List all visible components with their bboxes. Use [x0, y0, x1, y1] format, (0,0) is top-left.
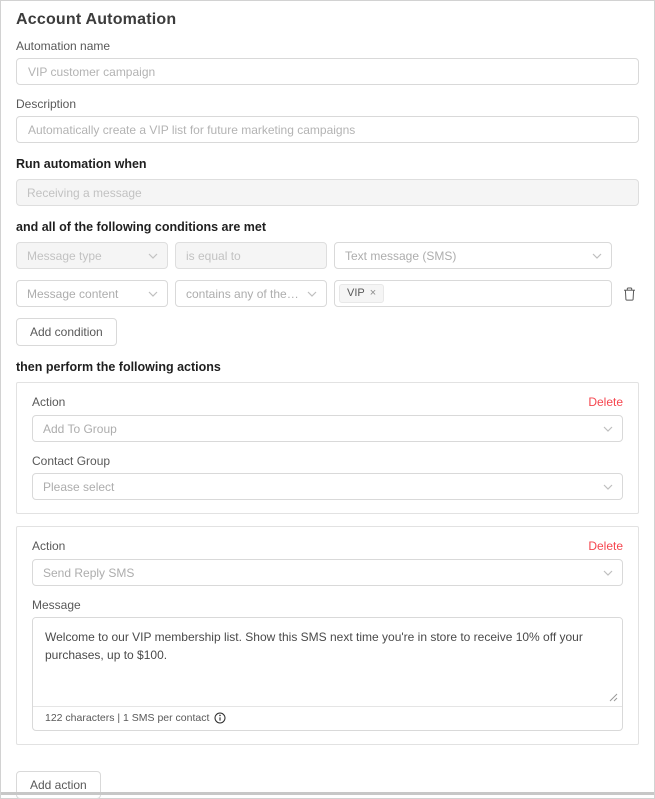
condition-value-text: Text message (SMS)	[345, 248, 457, 263]
action-type-select[interactable]: Add To Group	[32, 415, 623, 442]
page-title: Account Automation	[16, 11, 177, 28]
resize-handle-icon[interactable]	[609, 693, 618, 702]
description-input[interactable]	[16, 116, 639, 143]
chevron-down-icon	[307, 291, 317, 297]
actions-heading: then perform the following actions	[16, 360, 221, 374]
delete-condition-cell	[619, 285, 639, 303]
message-label: Message	[32, 598, 81, 612]
chevron-down-icon	[603, 484, 613, 490]
condition-operator-input: is equal to	[175, 242, 327, 269]
action-label: Action	[32, 395, 66, 409]
condition-tag: VIP ×	[339, 284, 385, 303]
action-type-value: Send Reply SMS	[43, 565, 135, 580]
chevron-down-icon	[603, 426, 613, 432]
tag-label: VIP	[347, 287, 365, 299]
action-card-header: Action Delete	[32, 395, 623, 409]
chevron-down-icon	[148, 253, 158, 259]
action-type-value: Add To Group	[43, 421, 117, 436]
trigger-value: Receiving a message	[27, 185, 142, 200]
automation-name-label: Automation name	[16, 39, 111, 53]
message-box: Welcome to our VIP membership list. Show…	[32, 617, 623, 731]
action-card: Action Delete Add To Group Contact Group…	[16, 382, 639, 514]
contact-group-label: Contact Group	[32, 454, 111, 468]
account-automation-page: { "page": { "title": "Account Automation…	[0, 0, 655, 799]
condition-operator-value: is equal to	[186, 248, 241, 263]
character-count: 122 characters | 1 SMS per contact	[45, 712, 210, 724]
action-label: Action	[32, 539, 66, 553]
add-condition-button[interactable]: Add condition	[16, 318, 117, 346]
chevron-down-icon	[592, 253, 602, 259]
chevron-down-icon	[148, 291, 158, 297]
message-textarea[interactable]: Welcome to our VIP membership list. Show…	[33, 618, 622, 706]
condition-field-select[interactable]: Message content	[16, 280, 168, 307]
action-type-select[interactable]: Send Reply SMS	[32, 559, 623, 586]
trash-icon[interactable]	[621, 285, 638, 303]
bottom-scrollbar[interactable]	[1, 792, 654, 795]
action-card-header: Action Delete	[32, 539, 623, 553]
condition-field-select: Message type	[16, 242, 168, 269]
condition-row: Message type is equal to Text message (S…	[16, 242, 639, 269]
description-label: Description	[16, 97, 77, 111]
trigger-heading: Run automation when	[16, 157, 147, 171]
condition-field-value: Message content	[27, 286, 119, 301]
chevron-down-icon	[603, 570, 613, 576]
info-icon[interactable]	[214, 712, 226, 724]
tag-remove-icon[interactable]: ×	[370, 287, 376, 300]
conditions-heading: and all of the following conditions are …	[16, 220, 267, 234]
condition-operator-value: contains any of the followi...	[186, 286, 316, 301]
trigger-input: Receiving a message	[16, 179, 639, 206]
condition-field-value: Message type	[27, 248, 102, 263]
page-content: Account Automation Automation name Descr…	[1, 1, 654, 799]
contact-group-value: Please select	[43, 479, 115, 494]
delete-action-link[interactable]: Delete	[588, 395, 623, 409]
condition-operator-select[interactable]: contains any of the followi...	[175, 280, 327, 307]
automation-name-input[interactable]	[16, 58, 639, 85]
delete-action-link[interactable]: Delete	[588, 539, 623, 553]
action-card: Action Delete Send Reply SMS Message Wel…	[16, 526, 639, 745]
message-footer: 122 characters | 1 SMS per contact	[33, 706, 622, 730]
condition-value-select[interactable]: Text message (SMS)	[334, 242, 612, 269]
condition-row: Message content contains any of the foll…	[16, 280, 639, 307]
condition-tags-input[interactable]: VIP ×	[334, 280, 612, 307]
message-area: Welcome to our VIP membership list. Show…	[33, 618, 622, 706]
contact-group-select[interactable]: Please select	[32, 473, 623, 500]
